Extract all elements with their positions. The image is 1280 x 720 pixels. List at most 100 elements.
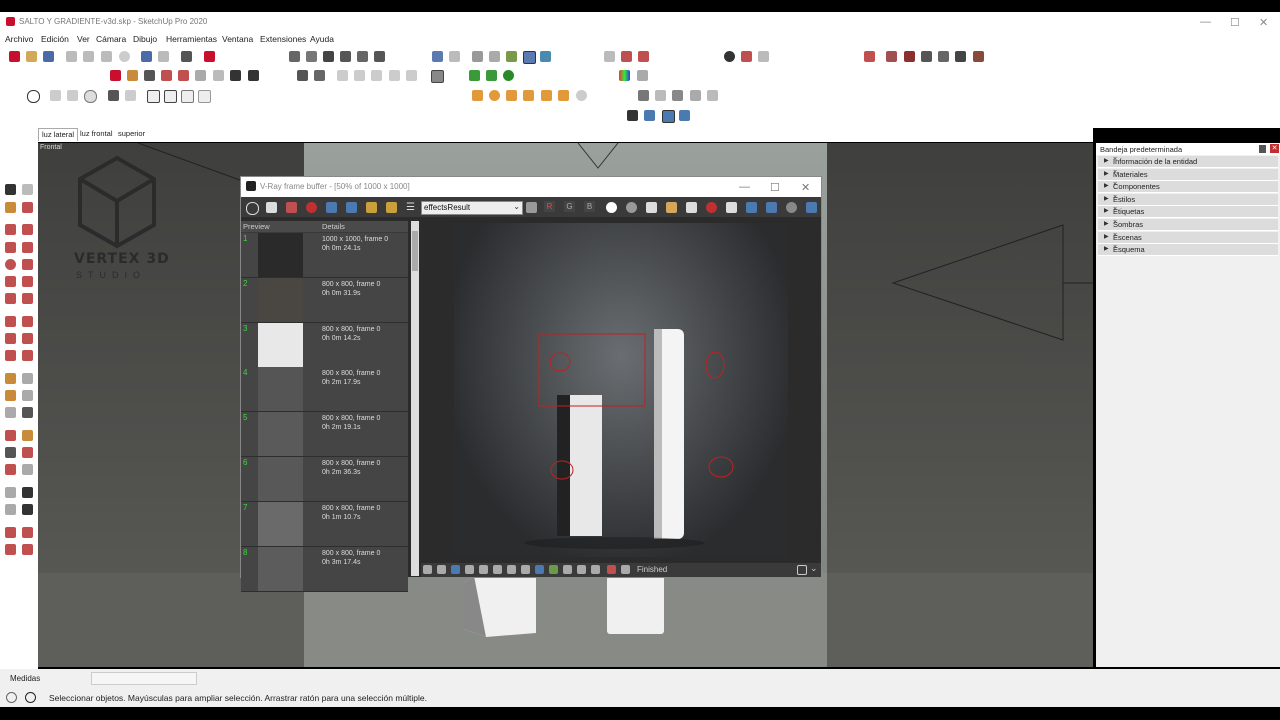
vray-ies-tool-icon[interactable] (523, 90, 534, 101)
history-item[interactable]: 6 800 x 800, frame 0 0h 2m 36.3s (241, 457, 408, 502)
shaded-textures-icon[interactable] (523, 51, 536, 64)
minimize-icon[interactable]: — (1200, 16, 1211, 28)
vray-ambient-tool-icon[interactable] (576, 90, 587, 101)
status-icon-n[interactable] (607, 565, 616, 574)
vray-clear-icon[interactable] (286, 202, 297, 213)
menu-ayuda[interactable]: Ayuda (310, 34, 334, 44)
components-3d-icon[interactable] (306, 51, 317, 62)
arc-3pt-icon[interactable] (5, 293, 16, 304)
vray-plane-icon[interactable] (638, 90, 649, 101)
position-camera-side-icon[interactable] (5, 487, 16, 498)
warehouse-icon[interactable] (289, 51, 300, 62)
vray-render-icon[interactable] (621, 51, 632, 62)
cube-b-icon[interactable] (662, 110, 675, 123)
lines-icon[interactable] (125, 90, 136, 101)
tray-item[interactable]: ▶ Información de la entidad × (1098, 156, 1278, 168)
push-pull-icon[interactable] (22, 316, 33, 327)
vray-spot-light-icon[interactable] (904, 51, 915, 62)
pan-icon[interactable] (127, 70, 138, 81)
zoom-side-icon[interactable] (5, 447, 16, 458)
zoom-extents-side-icon[interactable] (5, 464, 16, 475)
vray-maximize-icon[interactable]: ☐ (770, 181, 780, 194)
status-icon-e[interactable] (479, 565, 488, 574)
menu-dibujo[interactable]: Dibujo (133, 34, 157, 44)
history-scroll-thumb[interactable] (412, 231, 418, 271)
vray-pan-icon[interactable] (726, 202, 737, 213)
paint-bucket-icon[interactable] (5, 202, 16, 213)
walk-icon[interactable] (248, 70, 259, 81)
status-icon-c[interactable] (451, 565, 460, 574)
component-tool-icon[interactable] (22, 184, 33, 195)
zoom-icon[interactable] (144, 70, 155, 81)
tray-item-close-icon[interactable]: × (1113, 156, 1275, 163)
fog-icon[interactable] (758, 51, 769, 62)
blue-channel-button[interactable]: B (584, 201, 595, 212)
menu-ventana[interactable]: Ventana (222, 34, 253, 44)
shaded-icon[interactable] (506, 51, 517, 62)
tab-superior[interactable]: superior (115, 128, 148, 140)
look-around-side-icon[interactable] (22, 487, 33, 498)
vray-stop-icon[interactable] (306, 202, 317, 213)
layout-send-icon[interactable] (5, 544, 16, 555)
zoom-window-side-icon[interactable] (22, 447, 33, 458)
status-icon-g[interactable] (507, 565, 516, 574)
layer-c-icon[interactable] (181, 90, 194, 103)
tray-item[interactable]: ▶ Esquema × (1098, 244, 1278, 257)
front-view-icon[interactable] (371, 70, 382, 81)
history-item[interactable]: 5 800 x 800, frame 0 0h 2m 19.1s (241, 412, 408, 458)
status-collapse-icon[interactable]: ⌄ (810, 563, 818, 574)
warehouse-side-icon[interactable] (5, 527, 16, 538)
status-icon-a[interactable] (423, 565, 432, 574)
sandbox-icon[interactable] (604, 51, 615, 62)
component-attributes-icon[interactable] (314, 70, 325, 81)
expand-arrow-icon[interactable]: ▶ (1104, 195, 1109, 202)
vray-menu-icon[interactable]: ☰ (406, 202, 415, 213)
vray-channel-select[interactable]: effectsResult ⌄ (421, 201, 523, 215)
xray-icon[interactable] (432, 51, 443, 62)
circle-tool-icon[interactable] (5, 259, 16, 270)
menu-edicion[interactable]: Edición (41, 34, 69, 44)
back-edges-icon[interactable] (449, 51, 460, 62)
status-icon-o[interactable] (621, 565, 630, 574)
menu-extensiones[interactable]: Extensiones (260, 34, 306, 44)
new-file-icon[interactable] (9, 51, 20, 62)
vray-save-image-icon[interactable] (646, 202, 657, 213)
menu-herramientas[interactable]: Herramientas (166, 34, 217, 44)
status-icon-j[interactable] (549, 565, 558, 574)
menu-ver[interactable]: Ver (77, 34, 90, 44)
status-icon-d[interactable] (465, 565, 474, 574)
menu-archivo[interactable]: Archivo (5, 34, 33, 44)
expand-arrow-icon[interactable]: ▶ (1104, 233, 1109, 240)
paste-icon[interactable] (101, 51, 112, 62)
rotated-rectangle-icon[interactable] (22, 242, 33, 253)
tray-item-close-icon[interactable]: × (1113, 194, 1275, 201)
tray-item-close-icon[interactable]: × (1113, 232, 1275, 239)
tray-item[interactable]: ▶ Componentes × (1098, 181, 1278, 194)
vray-materials-icon[interactable] (486, 70, 497, 81)
cube-c-icon[interactable] (679, 110, 690, 121)
tray-item[interactable]: ▶ Estilos × (1098, 193, 1278, 206)
look-around-icon[interactable] (230, 70, 241, 81)
vray-render-last-icon[interactable] (806, 202, 817, 213)
white-dot-icon[interactable] (606, 202, 617, 213)
status-icon-b[interactable] (437, 565, 446, 574)
geo-status-icon[interactable] (6, 692, 17, 703)
tray-item-close-icon[interactable]: × (1113, 244, 1275, 251)
previous-view-icon[interactable] (195, 70, 206, 81)
history-item[interactable]: 8 800 x 800, frame 0 0h 3m 17.4s (241, 546, 408, 592)
undo-icon[interactable] (141, 51, 152, 62)
tray-item[interactable]: ▶ Etiquetas × (1098, 206, 1278, 219)
vray-asset-editor-icon[interactable] (469, 70, 480, 81)
history-item[interactable]: 4 800 x 800, frame 0 0h 2m 17.9s (241, 367, 408, 413)
vray-load-icon[interactable] (666, 202, 677, 213)
zoom-window-icon[interactable] (161, 70, 172, 81)
vray-infinite-plane-icon[interactable] (655, 90, 666, 101)
vray-sun-tool-icon[interactable] (541, 90, 552, 101)
arc-2pt-icon[interactable] (22, 276, 33, 287)
axes-tool-icon[interactable] (5, 407, 16, 418)
tray-close-icon[interactable]: ✕ (1270, 144, 1279, 153)
close-icon[interactable]: ✕ (1259, 16, 1268, 29)
dimension-icon[interactable] (22, 373, 33, 384)
vray-remove-icon[interactable] (706, 202, 717, 213)
grey-dot-icon[interactable] (626, 202, 637, 213)
